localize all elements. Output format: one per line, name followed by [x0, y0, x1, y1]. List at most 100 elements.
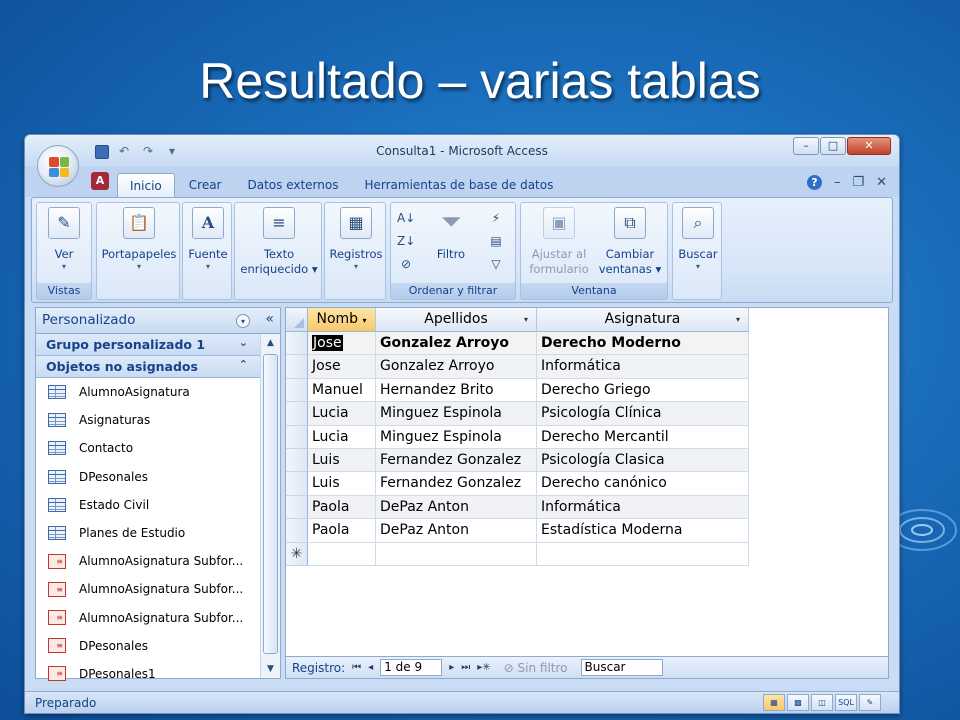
- sort-descending-icon[interactable]: Z↓: [397, 232, 415, 250]
- horizontal-scrollbar[interactable]: [670, 660, 887, 676]
- selection-filter-icon[interactable]: ⚡: [487, 209, 505, 227]
- table-cell[interactable]: Informática: [537, 355, 749, 379]
- shutter-collapse-icon[interactable]: «: [265, 311, 274, 327]
- table-cell[interactable]: Fernandez Gonzalez: [376, 472, 537, 496]
- nav-item[interactable]: Contacto: [36, 434, 260, 462]
- table-row[interactable]: Jose Gonzalez Arroyo Derecho Moderno: [286, 332, 749, 356]
- record-selector[interactable]: [286, 402, 308, 426]
- table-row[interactable]: Luis Fernandez Gonzalez Derecho canónico: [286, 472, 749, 496]
- nav-item[interactable]: Planes de Estudio: [36, 519, 260, 547]
- table-cell[interactable]: Paola: [308, 495, 376, 520]
- pivot-chart-view-icon[interactable]: ◫: [811, 694, 833, 711]
- table-cell[interactable]: DePaz Anton: [376, 495, 537, 520]
- first-record-icon[interactable]: ⏮: [352, 662, 361, 673]
- table-cell[interactable]: Derecho Griego: [537, 378, 749, 403]
- cambiar-ventanas-button[interactable]: ⧉ Cambiar ventanas ▾: [595, 207, 665, 277]
- record-selector[interactable]: [286, 355, 308, 379]
- nav-item[interactable]: Asignaturas: [36, 406, 260, 434]
- table-row[interactable]: Lucia Minguez Espinola Psicología Clínica: [286, 402, 749, 426]
- table-row[interactable]: Luis Fernandez Gonzalez Psicología Clasica: [286, 448, 749, 473]
- nav-group-header-2[interactable]: Objetos no asignados ⌃: [36, 356, 260, 378]
- table-cell[interactable]: Gonzalez Arroyo: [376, 332, 537, 356]
- record-selector[interactable]: [286, 378, 308, 403]
- table-cell[interactable]: Minguez Espinola: [376, 402, 537, 426]
- office-button[interactable]: [37, 145, 79, 187]
- maximize-button[interactable]: □: [820, 137, 846, 155]
- nav-item[interactable]: ≡ AlumnoAsignatura Subfor...: [36, 547, 260, 575]
- nav-scrollbar[interactable]: ▲ ▼: [260, 334, 280, 678]
- table-cell[interactable]: Psicología Clínica: [537, 402, 749, 426]
- nav-item[interactable]: ≡ DPesonales: [36, 632, 260, 660]
- table-cell[interactable]: Jose: [308, 355, 376, 379]
- table-cell[interactable]: Psicología Clasica: [537, 448, 749, 473]
- scroll-down-icon[interactable]: ▼: [261, 660, 280, 678]
- column-header-apellidos[interactable]: Apellidos ▾: [376, 308, 537, 332]
- nav-item[interactable]: ≡ AlumnoAsignatura Subfor...: [36, 575, 260, 603]
- nav-item[interactable]: AlumnoAsignatura: [36, 378, 260, 406]
- nav-pane-header[interactable]: Personalizado ▾ «: [36, 308, 280, 334]
- tab-datos-externos[interactable]: Datos externos: [235, 173, 350, 199]
- table-cell[interactable]: Paola: [308, 519, 376, 543]
- column-dropdown-icon[interactable]: ▾: [363, 316, 367, 325]
- table-row[interactable]: Lucia Minguez Espinola Derecho Mercantil: [286, 425, 749, 449]
- toggle-filter-icon[interactable]: ▽: [487, 255, 505, 273]
- ajustar-formulario-button[interactable]: ▣ Ajustar al formulario: [523, 207, 595, 277]
- table-cell[interactable]: Estadística Moderna: [537, 519, 749, 543]
- registros-button[interactable]: ▦ Registros ▾: [327, 207, 385, 272]
- sort-ascending-icon[interactable]: A↓: [397, 209, 415, 227]
- record-selector[interactable]: [286, 425, 308, 449]
- nav-item[interactable]: DPesonales: [36, 463, 260, 491]
- record-selector[interactable]: [286, 495, 308, 520]
- nav-menu-dropdown-icon[interactable]: ▾: [236, 314, 250, 328]
- texto-enriquecido-button[interactable]: ≡ Texto enriquecido ▾: [237, 207, 321, 277]
- table-cell[interactable]: Manuel: [308, 378, 376, 403]
- clear-sort-icon[interactable]: ⊘: [397, 255, 415, 273]
- table-row[interactable]: Paola DePaz Anton Informática: [286, 495, 749, 520]
- table-cell[interactable]: Luis: [308, 448, 376, 473]
- design-view-switch-icon[interactable]: ✎: [859, 694, 881, 711]
- search-input[interactable]: Buscar: [580, 659, 663, 676]
- pivot-table-view-icon[interactable]: ▩: [787, 694, 809, 711]
- table-cell[interactable]: Derecho canónico: [537, 472, 749, 496]
- nav-group-header-1[interactable]: Grupo personalizado 1 ⌄: [36, 334, 260, 356]
- portapapeles-button[interactable]: 📋 Portapapeles ▾: [99, 207, 179, 272]
- minimize-button[interactable]: –: [793, 137, 819, 155]
- filtro-button[interactable]: ⏷ Filtro: [425, 207, 477, 262]
- record-selector[interactable]: [286, 448, 308, 473]
- table-cell[interactable]: Luis: [308, 472, 376, 496]
- column-header-asignatura[interactable]: Asignatura ▾: [537, 308, 749, 332]
- tab-crear[interactable]: Crear: [177, 173, 234, 199]
- table-row[interactable]: Paola DePaz Anton Estadística Moderna: [286, 519, 749, 543]
- last-record-icon[interactable]: ⏭: [461, 662, 470, 673]
- next-record-icon[interactable]: ▸: [449, 662, 454, 673]
- table-cell[interactable]: Fernandez Gonzalez: [376, 448, 537, 473]
- table-cell[interactable]: Lucia: [308, 425, 376, 449]
- buscar-button[interactable]: ⌕ Buscar ▾: [675, 207, 721, 272]
- table-cell[interactable]: Lucia: [308, 402, 376, 426]
- nav-item[interactable]: ≡ AlumnoAsignatura Subfor...: [36, 604, 260, 632]
- ver-button[interactable]: ✎ Ver ▾: [41, 207, 87, 272]
- doc-close-icon[interactable]: ✕: [876, 175, 887, 190]
- table-row[interactable]: Manuel Hernandez Brito Derecho Griego: [286, 378, 749, 403]
- new-record-icon[interactable]: ▸✳: [477, 662, 490, 673]
- table-cell[interactable]: Minguez Espinola: [376, 425, 537, 449]
- nav-item[interactable]: Estado Civil: [36, 491, 260, 519]
- doc-minimize-icon[interactable]: –: [834, 175, 841, 190]
- select-all-corner[interactable]: [286, 308, 308, 332]
- previous-record-icon[interactable]: ◂: [368, 662, 373, 673]
- record-selector[interactable]: [286, 519, 308, 543]
- advanced-filter-icon[interactable]: ▤: [487, 232, 505, 250]
- table-cell[interactable]: Hernandez Brito: [376, 378, 537, 403]
- record-selector[interactable]: [286, 472, 308, 496]
- record-selector[interactable]: [286, 332, 308, 356]
- table-cell[interactable]: Gonzalez Arroyo: [376, 355, 537, 379]
- column-dropdown-icon[interactable]: ▾: [736, 308, 740, 331]
- sql-view-icon[interactable]: SQL: [835, 694, 857, 711]
- column-header-nombre[interactable]: Nomb ▾: [308, 308, 376, 332]
- nav-item[interactable]: ≡ DPesonales1: [36, 660, 260, 688]
- table-cell[interactable]: Derecho Mercantil: [537, 425, 749, 449]
- table-cell[interactable]: Informática: [537, 495, 749, 520]
- datasheet-view-icon[interactable]: ▦: [763, 694, 785, 711]
- help-icon[interactable]: ?: [806, 175, 822, 190]
- scroll-up-icon[interactable]: ▲: [261, 334, 280, 352]
